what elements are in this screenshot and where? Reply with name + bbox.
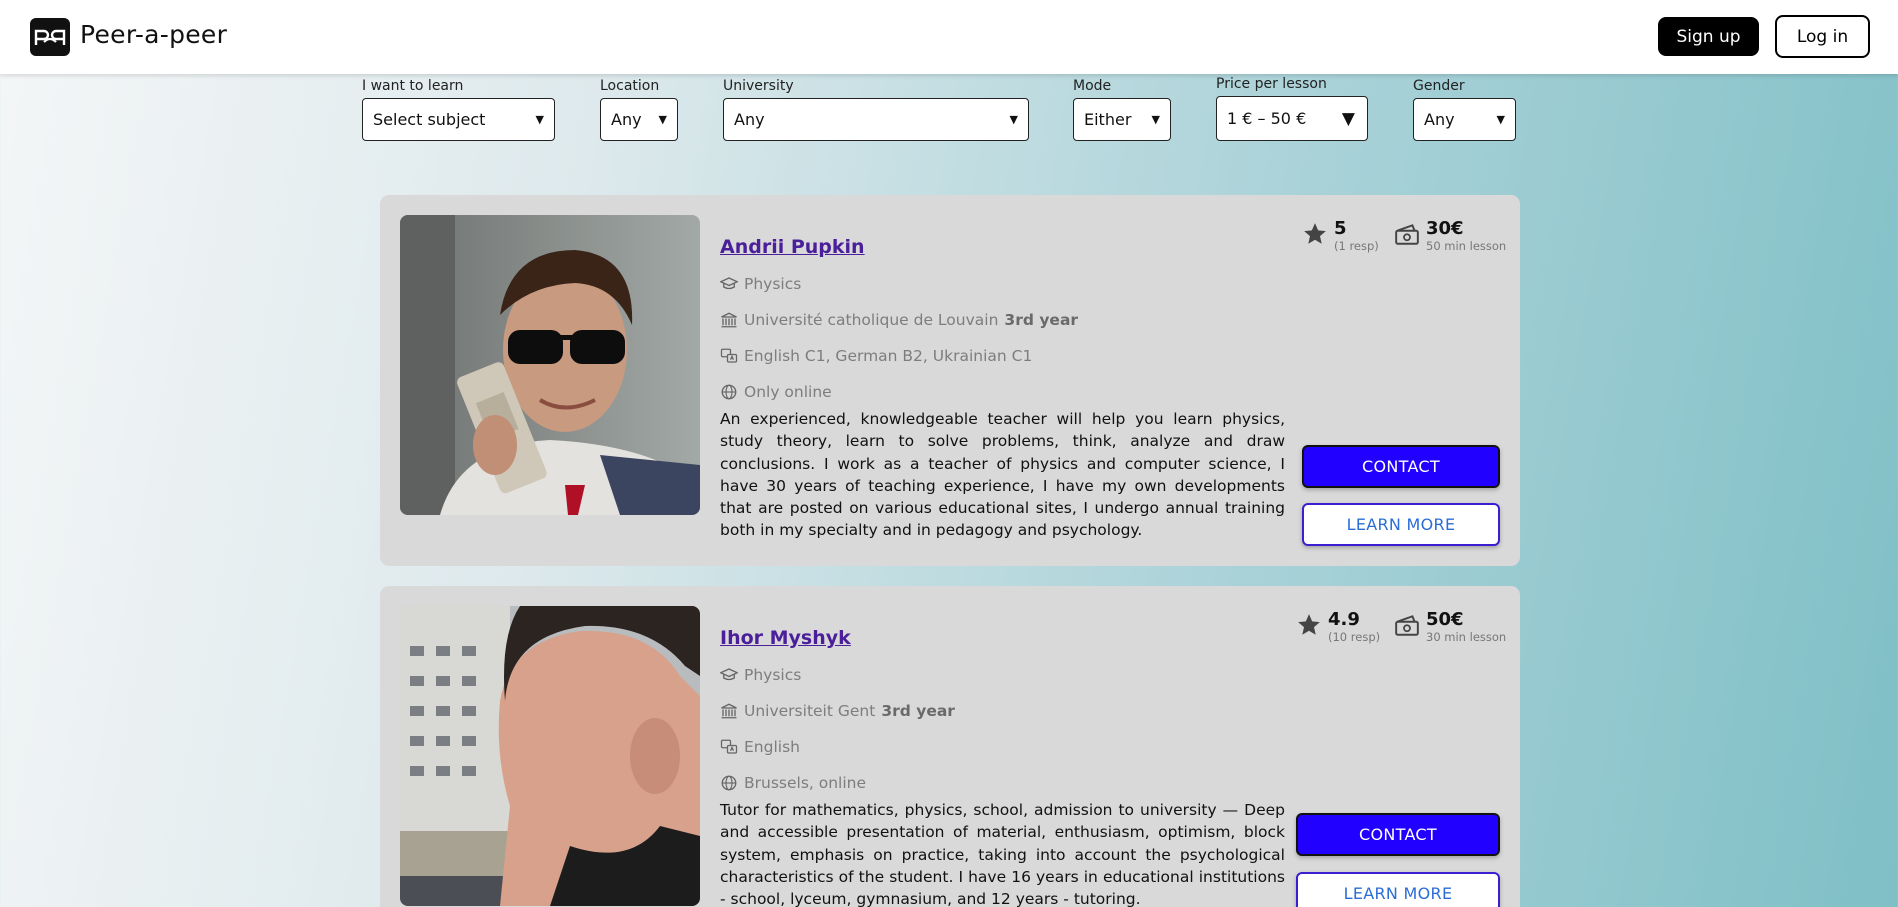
graduation-cap-icon [720, 668, 738, 681]
money-icon [1395, 615, 1419, 636]
filter-subject: I want to learn Select subject ▼ [362, 78, 555, 141]
brand-name[interactable]: Peer-a-peer [80, 20, 227, 49]
filter-gender-label: Gender [1413, 78, 1465, 94]
tutor-price: 30€ 50 min lesson [1394, 219, 1506, 253]
rating-responses: (10 resp) [1328, 630, 1381, 644]
subject-select-value: Select subject [373, 110, 486, 129]
chevron-down-icon: ▼ [1009, 113, 1018, 126]
tutor-description: Tutor for mathematics, physics, school, … [720, 801, 1285, 907]
filter-mode-label: Mode [1073, 78, 1112, 94]
filter-subject-label: I want to learn [362, 78, 464, 94]
language-translate-icon [720, 348, 738, 363]
filter-gender: Gender Any ▼ [1413, 78, 1516, 141]
price-range-dropdown[interactable]: 1 € – 50 € ▼ [1216, 96, 1368, 141]
tutor-card: Ihor Myshyk Physics Universiteit Gent 3r… [380, 586, 1520, 907]
university-select-value: Any [734, 110, 765, 129]
gender-select-value: Any [1424, 110, 1455, 129]
logo-icon[interactable] [30, 18, 70, 56]
money-icon [1395, 224, 1419, 245]
tutor-mode: Brussels, online [720, 774, 866, 792]
login-button[interactable]: Log in [1775, 15, 1870, 58]
language-translate-icon [720, 739, 738, 754]
tutor-name-link[interactable]: Andrii Pupkin [720, 236, 865, 258]
university-select[interactable]: Any ▼ [723, 98, 1029, 141]
location-select-value: Any [611, 110, 642, 129]
rating-value: 5 [1334, 218, 1347, 239]
filter-price-label: Price per lesson [1216, 76, 1327, 92]
chevron-down-icon: ▼ [535, 113, 544, 126]
tutor-year: 3rd year [1004, 311, 1079, 329]
tutor-subject-text: Physics [744, 666, 802, 684]
tutor-university: Universiteit Gent 3rd year [720, 702, 955, 720]
gender-select[interactable]: Any ▼ [1413, 98, 1516, 141]
tutor-mode-text: Brussels, online [744, 774, 867, 792]
filter-location-label: Location [600, 78, 660, 94]
globe-icon [721, 775, 737, 791]
tutor-mode: Only online [720, 383, 832, 401]
tutor-photo[interactable] [400, 215, 700, 515]
tutor-subject: Physics [720, 275, 801, 293]
lesson-duration: 50 min lesson [1426, 239, 1507, 253]
contact-button[interactable]: CONTACT [1302, 445, 1500, 488]
tutor-rating: 5 (1 resp) [1302, 219, 1379, 253]
tutor-description: An experienced, knowledgeable teacher wi… [720, 410, 1285, 540]
star-icon [1304, 223, 1326, 244]
tutor-rating: 4.9 (10 resp) [1296, 610, 1380, 644]
chevron-down-icon: ▼ [658, 113, 667, 126]
price-range-value: 1 € – 50 € [1227, 109, 1307, 128]
star-icon [1298, 614, 1320, 635]
tutor-languages: English [720, 738, 800, 756]
subject-select[interactable]: Select subject ▼ [362, 98, 555, 141]
tutor-languages: English C1, German B2, Ukrainian C1 [720, 347, 1032, 365]
tutor-languages-text: English C1, German B2, Ukrainian C1 [744, 347, 1033, 365]
tutor-languages-text: English [744, 738, 800, 756]
tutor-university: Université catholique de Louvain 3rd yea… [720, 311, 1078, 329]
learn-more-button[interactable]: LEARN MORE [1296, 872, 1500, 907]
mode-select[interactable]: Either ▼ [1073, 98, 1171, 141]
university-building-icon [721, 703, 737, 719]
filter-location: Location Any ▼ [600, 78, 678, 141]
chevron-down-icon: ▼ [1496, 113, 1505, 126]
chevron-down-icon: ▼ [1151, 113, 1160, 126]
tutor-subject-text: Physics [744, 275, 802, 293]
rating-responses: (1 resp) [1334, 239, 1379, 253]
contact-button[interactable]: CONTACT [1296, 813, 1500, 856]
graduation-cap-icon [720, 277, 738, 290]
globe-icon [721, 384, 737, 400]
signup-button[interactable]: Sign up [1658, 17, 1759, 56]
learn-more-button[interactable]: LEARN MORE [1302, 503, 1500, 546]
tutor-university-text: Universiteit Gent [744, 702, 876, 720]
rating-value: 4.9 [1328, 609, 1360, 630]
price-value: 50€ [1426, 609, 1464, 630]
filter-university-label: University [723, 78, 794, 94]
tutor-name-link[interactable]: Ihor Myshyk [720, 627, 851, 649]
filter-university: University Any ▼ [723, 78, 1029, 141]
tutor-year: 3rd year [881, 702, 955, 720]
tutor-card: Andrii Pupkin Physics Université catholi… [380, 195, 1520, 566]
university-building-icon [721, 312, 737, 328]
location-select[interactable]: Any ▼ [600, 98, 678, 141]
triangle-down-icon: ▼ [1341, 108, 1355, 129]
mode-select-value: Either [1084, 110, 1132, 129]
filter-price: Price per lesson 1 € – 50 € ▼ [1216, 76, 1368, 141]
price-value: 30€ [1426, 218, 1464, 239]
tutor-price: 50€ 30 min lesson [1394, 610, 1506, 644]
filter-mode: Mode Either ▼ [1073, 78, 1171, 141]
tutor-subject: Physics [720, 666, 801, 684]
tutor-university-text: Université catholique de Louvain [744, 311, 999, 329]
top-navbar: Peer-a-peer Sign up Log in [0, 0, 1898, 74]
tutor-photo[interactable] [400, 606, 700, 906]
tutor-mode-text: Only online [744, 383, 832, 401]
lesson-duration: 30 min lesson [1426, 630, 1507, 644]
